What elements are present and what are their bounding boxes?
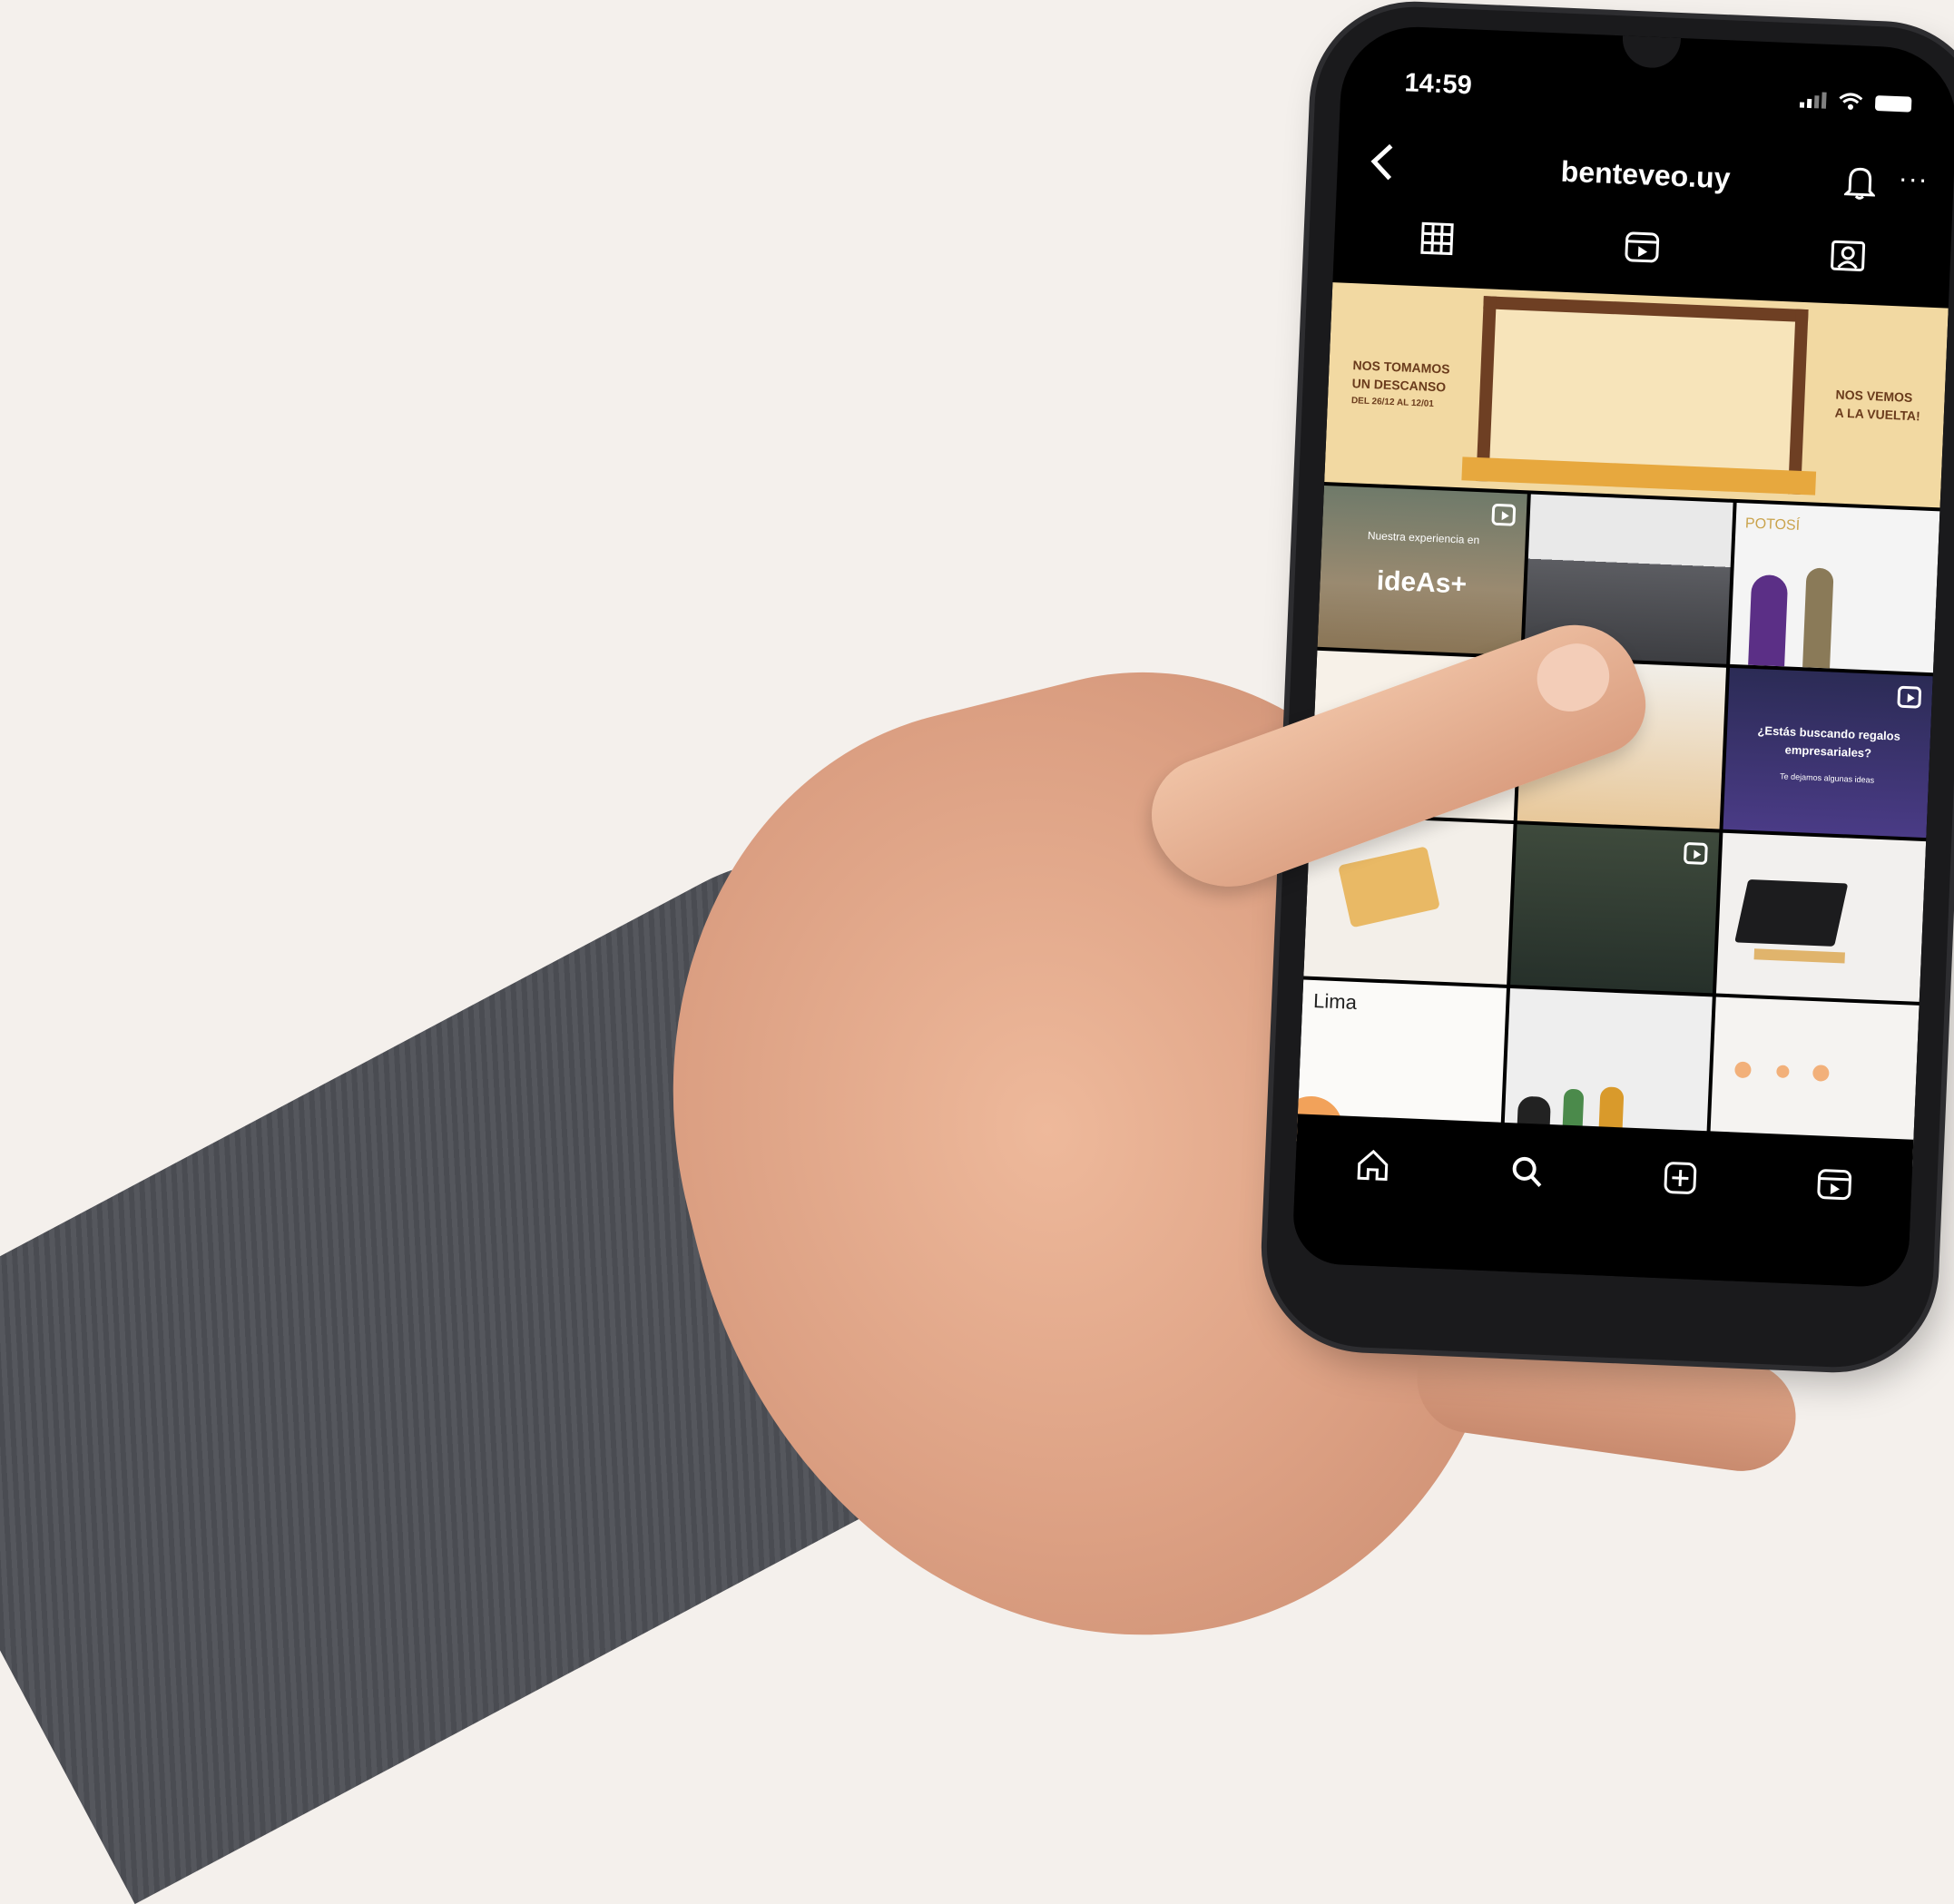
- nav-home[interactable]: [1351, 1143, 1395, 1187]
- post-purple-line1: ¿Estás buscando regalos: [1757, 722, 1901, 743]
- post-lima-title: Lima: [1312, 989, 1358, 1015]
- profile-header: benteveo.uy ···: [1336, 132, 1954, 221]
- more-options-button[interactable]: ···: [1898, 163, 1929, 195]
- tab-grid[interactable]: [1417, 218, 1458, 260]
- home-icon: [1357, 1149, 1389, 1182]
- reels-icon: [1817, 1169, 1852, 1201]
- post-ideas[interactable]: Nuestra experiencia en ideAs+: [1317, 485, 1527, 655]
- laptop-stand: [1753, 947, 1846, 963]
- dot: [1812, 1065, 1831, 1083]
- post-purple-line3: Te dejamos algunas ideas: [1779, 771, 1875, 785]
- bell-icon[interactable]: [1843, 165, 1877, 201]
- reel-badge-icon: [1490, 503, 1516, 526]
- olive-coat: [1802, 567, 1835, 669]
- reels-icon: [1625, 231, 1660, 263]
- status-icons: [1799, 91, 1912, 113]
- dot: [1734, 1061, 1753, 1079]
- reel-badge-icon: [1897, 685, 1922, 709]
- tab-tagged[interactable]: [1827, 235, 1869, 277]
- nav-reels[interactable]: [1812, 1163, 1856, 1206]
- post-potosi-title: POTOSÍ: [1744, 515, 1801, 534]
- purple-scarf: [1748, 574, 1789, 667]
- status-bar: 14:59: [1404, 68, 1912, 125]
- bottom-navigation: [1291, 1114, 1914, 1289]
- reel-badge-icon: [1684, 841, 1709, 865]
- post-banner-break[interactable]: NOS TOMAMOS UN DESCANSO DEL 26/12 AL 12/…: [1324, 282, 1949, 508]
- thumb-nail: [1527, 634, 1619, 721]
- camera-notch: [1621, 35, 1681, 69]
- post-potosi[interactable]: POTOSÍ: [1730, 503, 1940, 672]
- battery-icon: [1874, 94, 1912, 113]
- new-post-icon: [1664, 1162, 1697, 1194]
- search-icon: [1512, 1156, 1542, 1187]
- wooden-cards: [1338, 845, 1440, 927]
- laptop: [1734, 878, 1849, 947]
- tab-reels[interactable]: [1622, 227, 1664, 269]
- grid-icon: [1420, 221, 1454, 256]
- post-video[interactable]: [1509, 823, 1720, 994]
- post-ideas-caption: Nuestra experiencia en: [1367, 529, 1480, 547]
- nav-new-post[interactable]: [1659, 1156, 1703, 1200]
- wifi-icon: [1839, 93, 1863, 110]
- signal-icon: [1799, 92, 1827, 109]
- nav-search[interactable]: [1505, 1150, 1548, 1193]
- banner-window-illustration: [1476, 296, 1809, 495]
- post-corporate-gifts[interactable]: ¿Estás buscando regalos empresariales? T…: [1723, 667, 1933, 838]
- banner-right-line2: A LA VUELTA!: [1834, 405, 1921, 424]
- tagged-icon: [1830, 240, 1865, 271]
- dot: [1776, 1065, 1791, 1079]
- post-laptop-stand[interactable]: [1716, 832, 1927, 1003]
- post-purple-line2: empresariales?: [1784, 742, 1872, 761]
- status-time: 14:59: [1403, 68, 1473, 101]
- post-ideas-logo: ideAs+: [1376, 565, 1468, 600]
- banner-left-text: NOS TOMAMOS UN DESCANSO DEL 26/12 AL 12/…: [1351, 356, 1450, 414]
- banner-left-line3: DEL 26/12 AL 12/01: [1350, 396, 1435, 409]
- banner-right-text: NOS VEMOS A LA VUELTA!: [1834, 385, 1921, 425]
